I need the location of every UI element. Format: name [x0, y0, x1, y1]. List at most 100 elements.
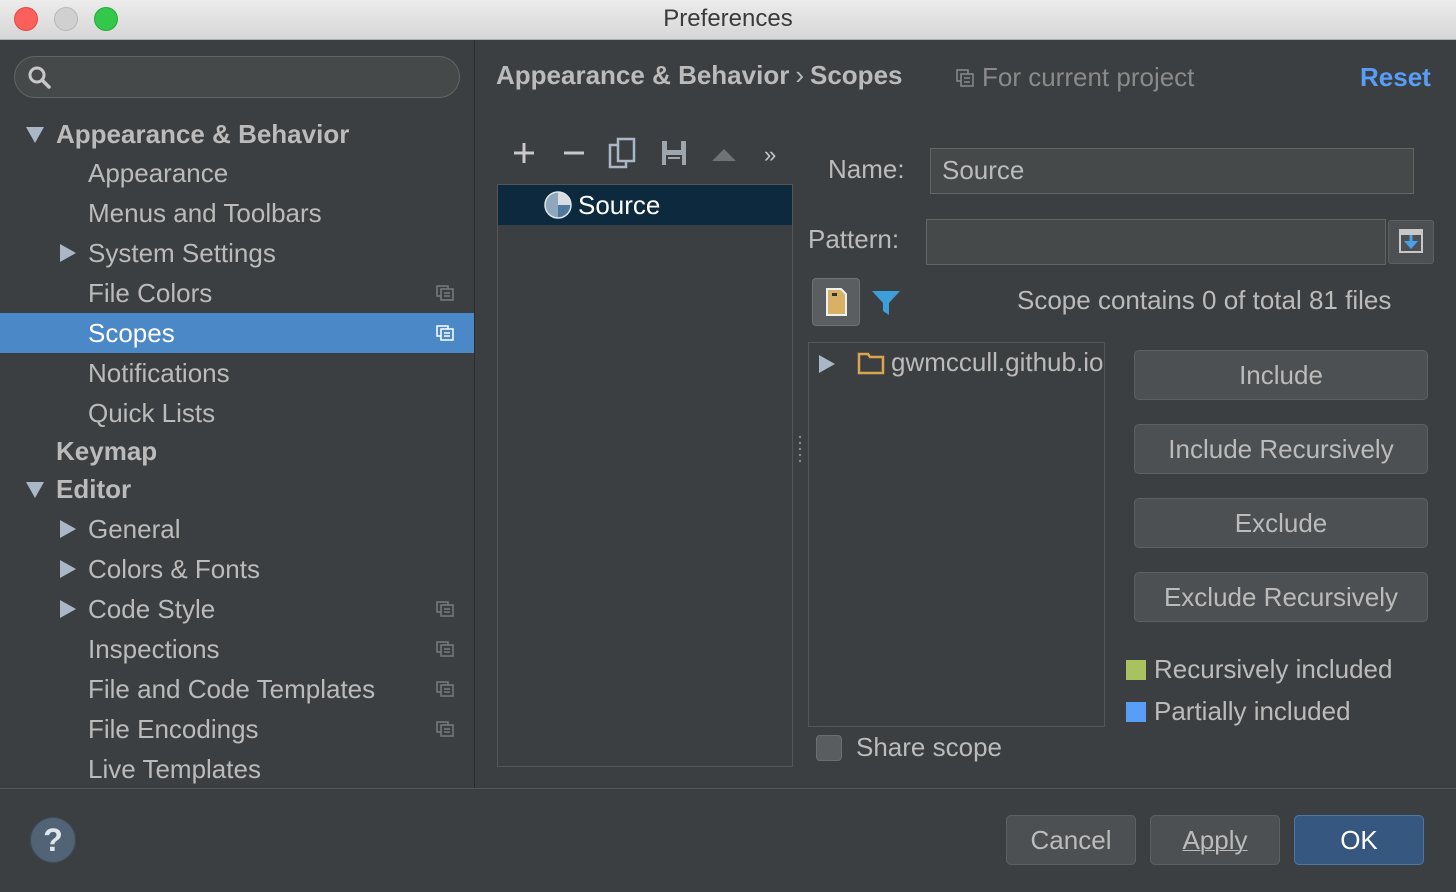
sidebar-item-inspections[interactable]: Inspections: [0, 629, 474, 669]
import-pattern-icon: [1399, 229, 1423, 253]
pattern-field[interactable]: [926, 219, 1386, 265]
include-recursively-button[interactable]: Include Recursively: [1134, 424, 1428, 474]
name-label: Name:: [828, 154, 905, 184]
pattern-label: Pattern:: [808, 224, 900, 254]
scope-contains-text: Scope contains 0 of total 81 files: [1017, 285, 1392, 315]
dialog-button-bar: ? Cancel Apply OK: [0, 788, 1456, 892]
sidebar-item-editor[interactable]: Editor: [0, 469, 474, 509]
sidebar-item-appearance-behavior[interactable]: Appearance & Behavior: [0, 114, 474, 154]
breadcrumb-current: Scopes: [810, 60, 903, 90]
file-tree[interactable]: gwmccull.github.io: [808, 342, 1105, 727]
sidebar-item-label: System Settings: [88, 238, 276, 268]
breadcrumb-parent: Appearance & Behavior: [496, 60, 790, 90]
exclude-recursively-button[interactable]: Exclude Recursively: [1134, 572, 1428, 622]
minus-icon: [564, 151, 584, 155]
sidebar-item-appearance[interactable]: Appearance: [0, 153, 474, 193]
collapsed-arrow-icon[interactable]: [60, 600, 76, 618]
sidebar-item-scopes[interactable]: Scopes: [0, 313, 474, 353]
project-settings-icon: [436, 601, 454, 617]
project-settings-icon: [956, 69, 974, 87]
sidebar-item-code-style[interactable]: Code Style: [0, 589, 474, 629]
remove-scope-button[interactable]: [558, 137, 590, 169]
filter-icon[interactable]: [870, 288, 902, 318]
settings-sidebar: Appearance & Behavior Appearance Menus a…: [0, 40, 475, 788]
show-files-toggle[interactable]: [812, 278, 860, 326]
scope-pie-icon: [544, 191, 572, 219]
pattern-import-button[interactable]: [1388, 220, 1434, 264]
collapsed-arrow-icon[interactable]: [60, 520, 76, 538]
help-button[interactable]: ?: [30, 817, 76, 863]
share-scope-label[interactable]: Share scope: [856, 732, 1002, 763]
file-tree-root-label: gwmccull.github.io: [891, 347, 1104, 377]
apply-button[interactable]: Apply: [1150, 815, 1280, 865]
sidebar-item-colors-fonts[interactable]: Colors & Fonts: [0, 549, 474, 589]
sidebar-item-file-encodings[interactable]: File Encodings: [0, 709, 474, 749]
scope-list[interactable]: Source: [497, 184, 793, 767]
sidebar-item-label: Code Style: [88, 594, 216, 624]
cancel-button[interactable]: Cancel: [1006, 815, 1136, 865]
sidebar-item-label: Appearance: [88, 158, 229, 188]
sidebar-item-label: File and Code Templates: [88, 674, 376, 704]
share-scope-checkbox[interactable]: [816, 735, 842, 761]
sidebar-item-label: Scopes: [88, 318, 175, 348]
copy-scope-button[interactable]: [606, 137, 638, 169]
sidebar-item-label: Live Templates: [88, 754, 261, 784]
sidebar-item-label: Quick Lists: [88, 398, 216, 428]
sidebar-item-label: Notifications: [88, 358, 230, 388]
sidebar-item-label: Colors & Fonts: [88, 554, 260, 584]
arrow-up-icon: [712, 149, 736, 161]
more-actions-button[interactable]: »: [764, 137, 796, 169]
scope-note: For current project: [982, 62, 1195, 92]
exclude-button[interactable]: Exclude: [1134, 498, 1428, 548]
sidebar-item-label: Inspections: [88, 634, 220, 664]
window-title-bar: Preferences: [0, 0, 1456, 40]
sidebar-item-file-code-templates[interactable]: File and Code Templates: [0, 669, 474, 709]
save-icon: [662, 141, 686, 165]
expanded-arrow-icon[interactable]: [26, 127, 44, 143]
collapsed-arrow-icon[interactable]: [60, 560, 76, 578]
sidebar-item-keymap[interactable]: Keymap: [0, 431, 474, 471]
collapsed-arrow-icon[interactable]: [819, 355, 835, 373]
project-settings-icon: [436, 641, 454, 657]
folder-icon: [857, 352, 885, 375]
list-item[interactable]: Source: [498, 185, 792, 225]
sidebar-item-system-settings[interactable]: System Settings: [0, 233, 474, 273]
sidebar-item-label: Menus and Toolbars: [88, 198, 322, 228]
scope-list-item-label: Source: [578, 190, 661, 220]
sidebar-item-label: General: [88, 514, 181, 544]
reset-link[interactable]: Reset: [1360, 62, 1431, 93]
splitter-handle[interactable]: [797, 434, 803, 464]
save-scope-button[interactable]: [658, 137, 690, 169]
expanded-arrow-icon[interactable]: [26, 482, 44, 498]
project-settings-icon: [436, 285, 454, 301]
include-button[interactable]: Include: [1134, 350, 1428, 400]
sidebar-item-general[interactable]: General: [0, 509, 474, 549]
search-icon: [28, 66, 51, 89]
breadcrumb-separator: ›: [795, 60, 804, 90]
name-field[interactable]: Source: [930, 148, 1414, 194]
sidebar-item-label: File Colors: [88, 278, 213, 308]
sidebar-item-notifications[interactable]: Notifications: [0, 353, 474, 393]
sidebar-item-label: Editor: [56, 474, 132, 504]
project-settings-icon: [436, 325, 454, 341]
copy-icon: [608, 137, 636, 169]
move-up-button[interactable]: [708, 137, 740, 169]
partially-included-label: Partially included: [1154, 696, 1351, 726]
apply-button-label: Apply: [1182, 825, 1248, 855]
settings-search-input[interactable]: [14, 56, 460, 98]
ok-button[interactable]: OK: [1294, 815, 1424, 865]
plus-icon: [514, 143, 534, 163]
file-icon: [826, 288, 847, 316]
sidebar-item-quick-lists[interactable]: Quick Lists: [0, 393, 474, 433]
sidebar-item-file-colors[interactable]: File Colors: [0, 273, 474, 313]
project-settings-icon: [436, 681, 454, 697]
sidebar-item-label: Appearance & Behavior: [56, 119, 350, 149]
project-settings-icon: [436, 721, 454, 737]
more-icon: »: [764, 142, 777, 167]
add-scope-button[interactable]: [508, 137, 540, 169]
recursively-included-swatch: [1126, 660, 1146, 680]
sidebar-item-live-templates[interactable]: Live Templates: [0, 749, 474, 789]
recursively-included-label: Recursively included: [1154, 654, 1393, 684]
collapsed-arrow-icon[interactable]: [60, 244, 76, 262]
sidebar-item-menus-toolbars[interactable]: Menus and Toolbars: [0, 193, 474, 233]
